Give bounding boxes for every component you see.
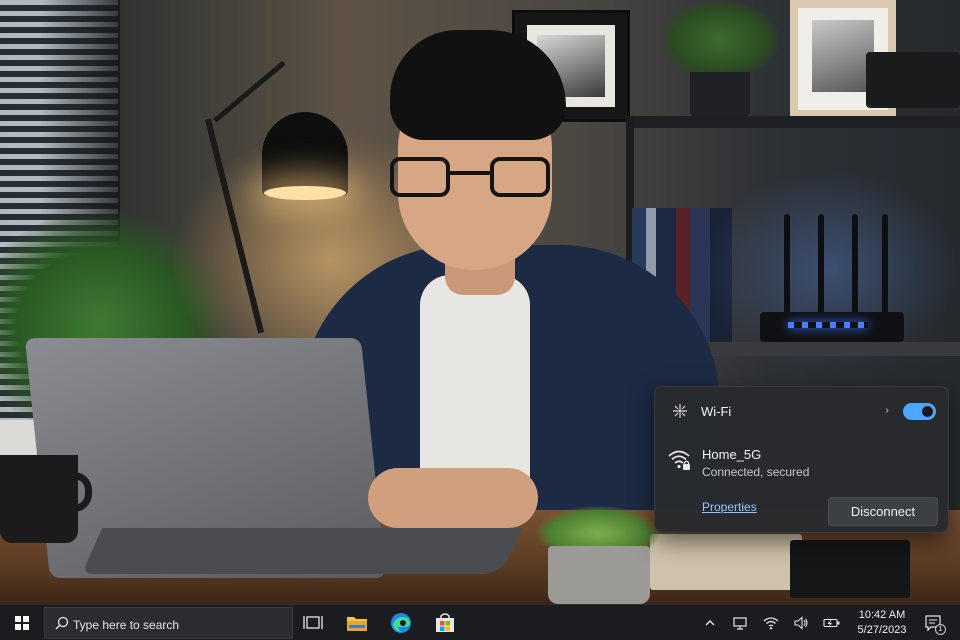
task-view-icon[interactable] [301,611,325,635]
search-placeholder: Type here to search [73,618,180,632]
network-device-icon[interactable] [732,615,748,631]
battery-icon[interactable] [823,615,840,631]
wifi-flyout: Wi-Fi › Home_5G Connected, secured Prope… [654,386,949,533]
expand-icon[interactable] [671,402,689,420]
taskbar: Type here to search 10:42 AM 5/27/2023 1 [0,604,960,640]
coffee-mug [0,455,78,543]
network-status: Connected, secured [702,465,810,479]
volume-icon[interactable] [793,615,809,631]
wifi-flyout-header: Wi-Fi › [655,387,948,437]
search-icon [55,616,69,630]
edge-browser-icon[interactable] [389,611,413,635]
chevron-icon[interactable]: › [881,403,893,419]
microsoft-store-icon[interactable] [433,611,457,635]
clock-date: 5/27/2023 [857,624,907,636]
windows-logo-icon [15,616,29,630]
speaker [866,52,960,108]
disconnect-button[interactable]: Disconnect [828,497,938,526]
wifi-secured-icon [667,447,693,473]
notification-center-icon[interactable]: 1 [924,614,946,635]
shelf [630,116,960,128]
properties-link[interactable]: Properties [702,500,757,514]
wifi-title: Wi-Fi [701,404,732,419]
network-item[interactable]: Home_5G Connected, secured [655,443,948,483]
eyeglasses [390,157,550,205]
taskbar-search-box[interactable]: Type here to search [44,607,293,639]
chevron-up-icon[interactable] [702,615,718,631]
file-explorer-icon[interactable] [345,611,369,635]
notebook [650,534,802,590]
clock-time: 10:42 AM [858,609,906,621]
network-name: Home_5G [702,447,762,462]
wifi-toggle[interactable] [903,403,936,420]
system-clock[interactable]: 10:42 AM 5/27/2023 [852,608,912,638]
shelf-plant [660,0,780,80]
notification-count-badge: 1 [935,624,946,635]
wifi-icon[interactable] [763,615,779,631]
start-button[interactable] [0,605,44,640]
